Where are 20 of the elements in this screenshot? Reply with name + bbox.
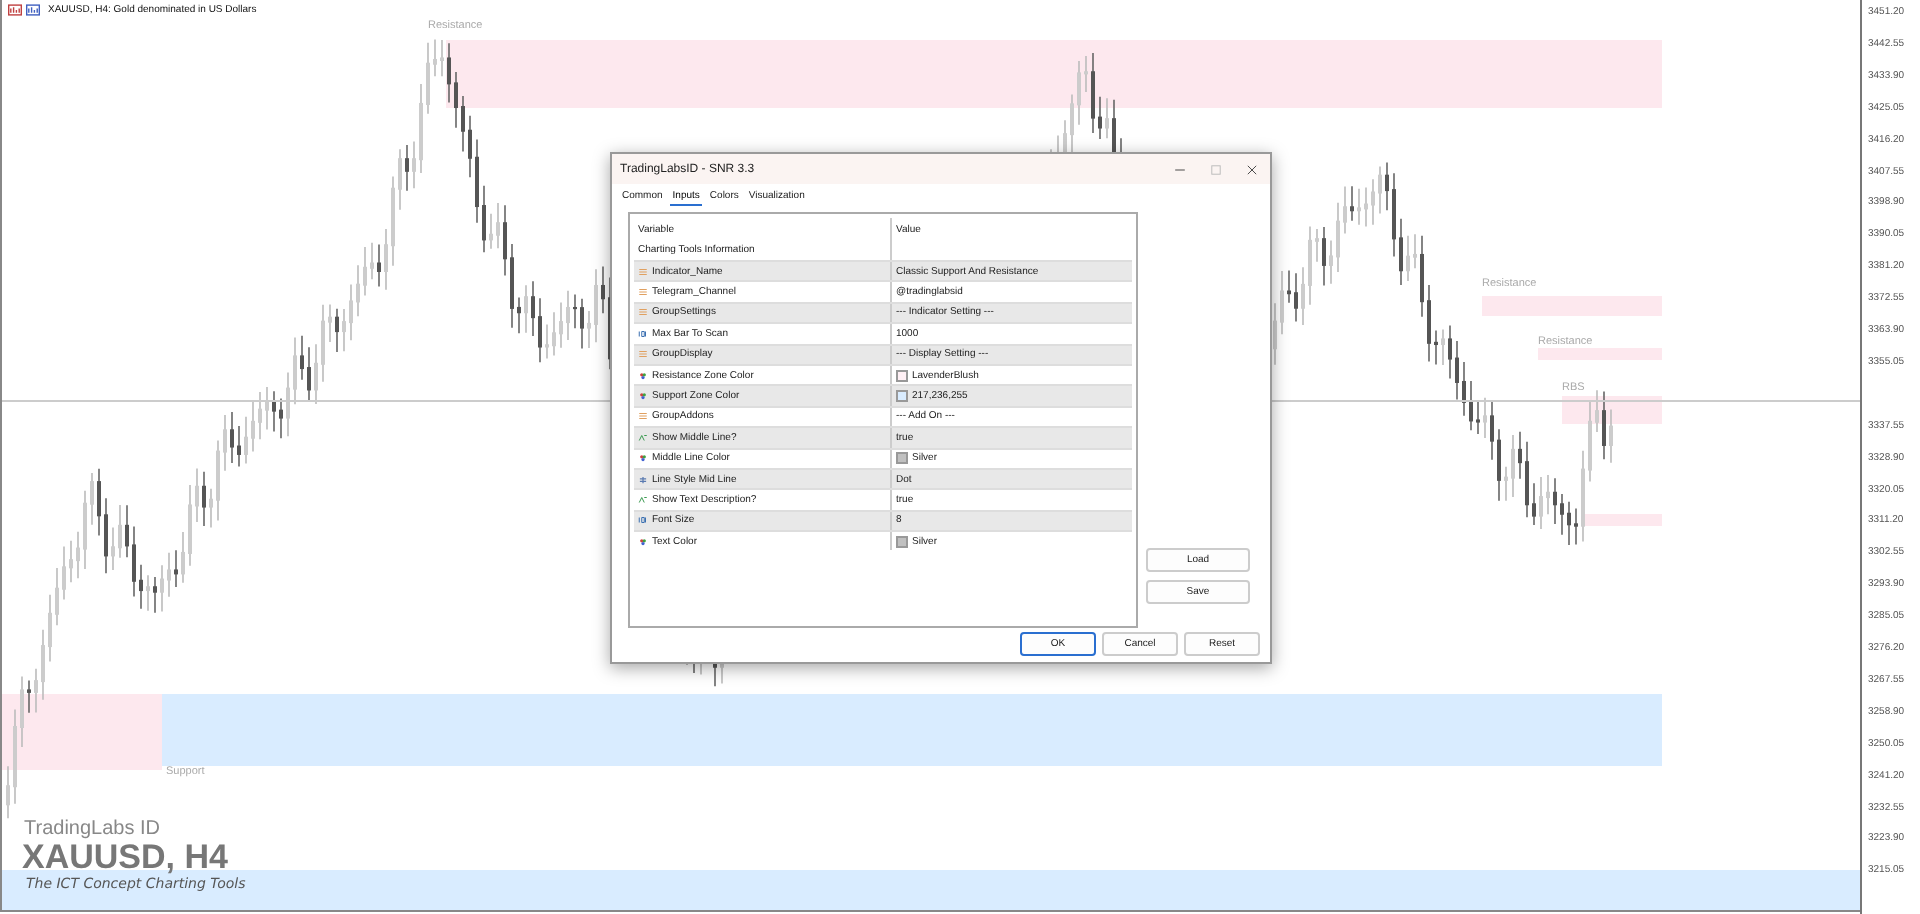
chart-icon[interactable] xyxy=(26,4,40,16)
brand-text: TradingLabs ID xyxy=(24,818,160,840)
type-icon xyxy=(638,308,648,317)
type-icon xyxy=(638,516,648,525)
close-icon[interactable] xyxy=(1246,163,1258,175)
type-icon xyxy=(638,288,648,297)
type-icon xyxy=(638,475,648,484)
symbol-text: XAUUSD, H4 xyxy=(22,838,228,877)
type-icon xyxy=(638,392,648,401)
type-icon xyxy=(638,412,648,421)
chart-icon[interactable] xyxy=(8,4,22,16)
type-icon xyxy=(638,329,648,338)
zone-band xyxy=(1582,514,1662,526)
type-icon xyxy=(638,495,648,504)
type-icon xyxy=(638,454,648,463)
type-icon xyxy=(638,267,648,276)
type-icon xyxy=(638,537,648,546)
type-icon xyxy=(638,433,648,442)
type-icon xyxy=(638,371,648,380)
type-icon xyxy=(638,350,648,359)
